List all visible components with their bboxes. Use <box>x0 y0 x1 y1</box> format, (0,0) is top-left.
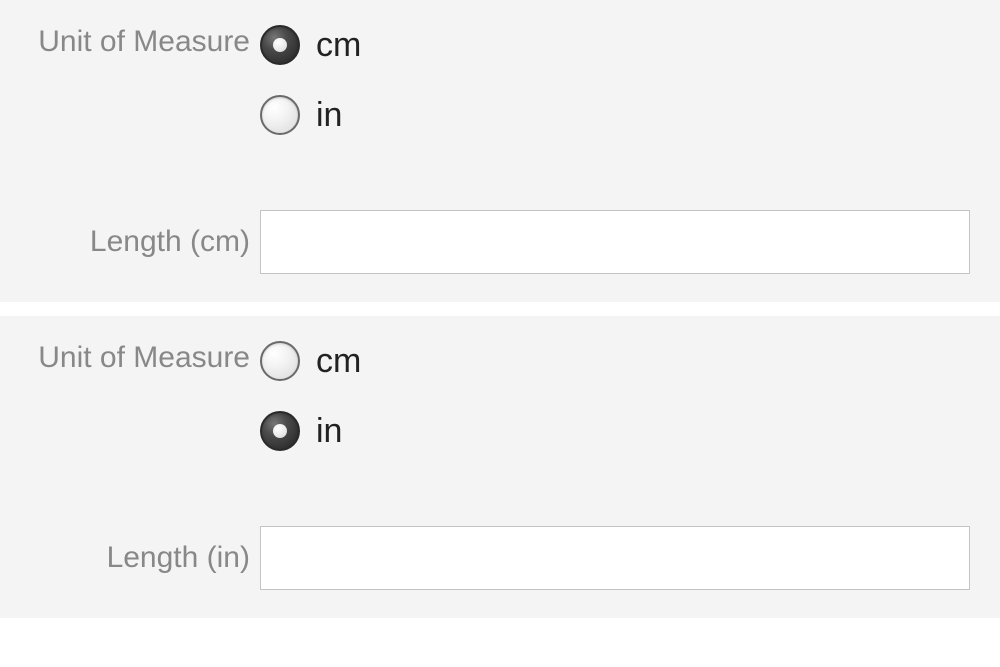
radio-label-in: in <box>316 96 342 135</box>
unit-of-measure-row: Unit of Measure cm in <box>0 336 980 476</box>
length-input-wrapper <box>260 210 980 274</box>
length-label: Length (in) <box>0 536 260 580</box>
radio-option-cm[interactable]: cm <box>260 20 980 70</box>
length-input[interactable] <box>260 210 970 274</box>
radio-icon <box>260 341 300 381</box>
radio-label-cm: cm <box>316 26 361 65</box>
radio-label-cm: cm <box>316 342 361 381</box>
radio-icon <box>260 95 300 135</box>
unit-radio-group: cm in <box>260 336 980 476</box>
unit-of-measure-label: Unit of Measure <box>0 336 260 380</box>
radio-label-in: in <box>316 412 342 451</box>
length-label: Length (cm) <box>0 220 260 264</box>
form-panel: Unit of Measure cm in Length (in) <box>0 316 1000 618</box>
length-input[interactable] <box>260 526 970 590</box>
form-panel: Unit of Measure cm in Length (cm) <box>0 0 1000 302</box>
length-row: Length (cm) <box>0 210 980 274</box>
length-input-wrapper <box>260 526 980 590</box>
unit-of-measure-row: Unit of Measure cm in <box>0 20 980 160</box>
radio-option-in[interactable]: in <box>260 90 980 140</box>
radio-icon <box>260 25 300 65</box>
radio-option-cm[interactable]: cm <box>260 336 980 386</box>
unit-radio-group: cm in <box>260 20 980 160</box>
unit-of-measure-label: Unit of Measure <box>0 20 260 64</box>
length-row: Length (in) <box>0 526 980 590</box>
radio-icon <box>260 411 300 451</box>
radio-option-in[interactable]: in <box>260 406 980 456</box>
